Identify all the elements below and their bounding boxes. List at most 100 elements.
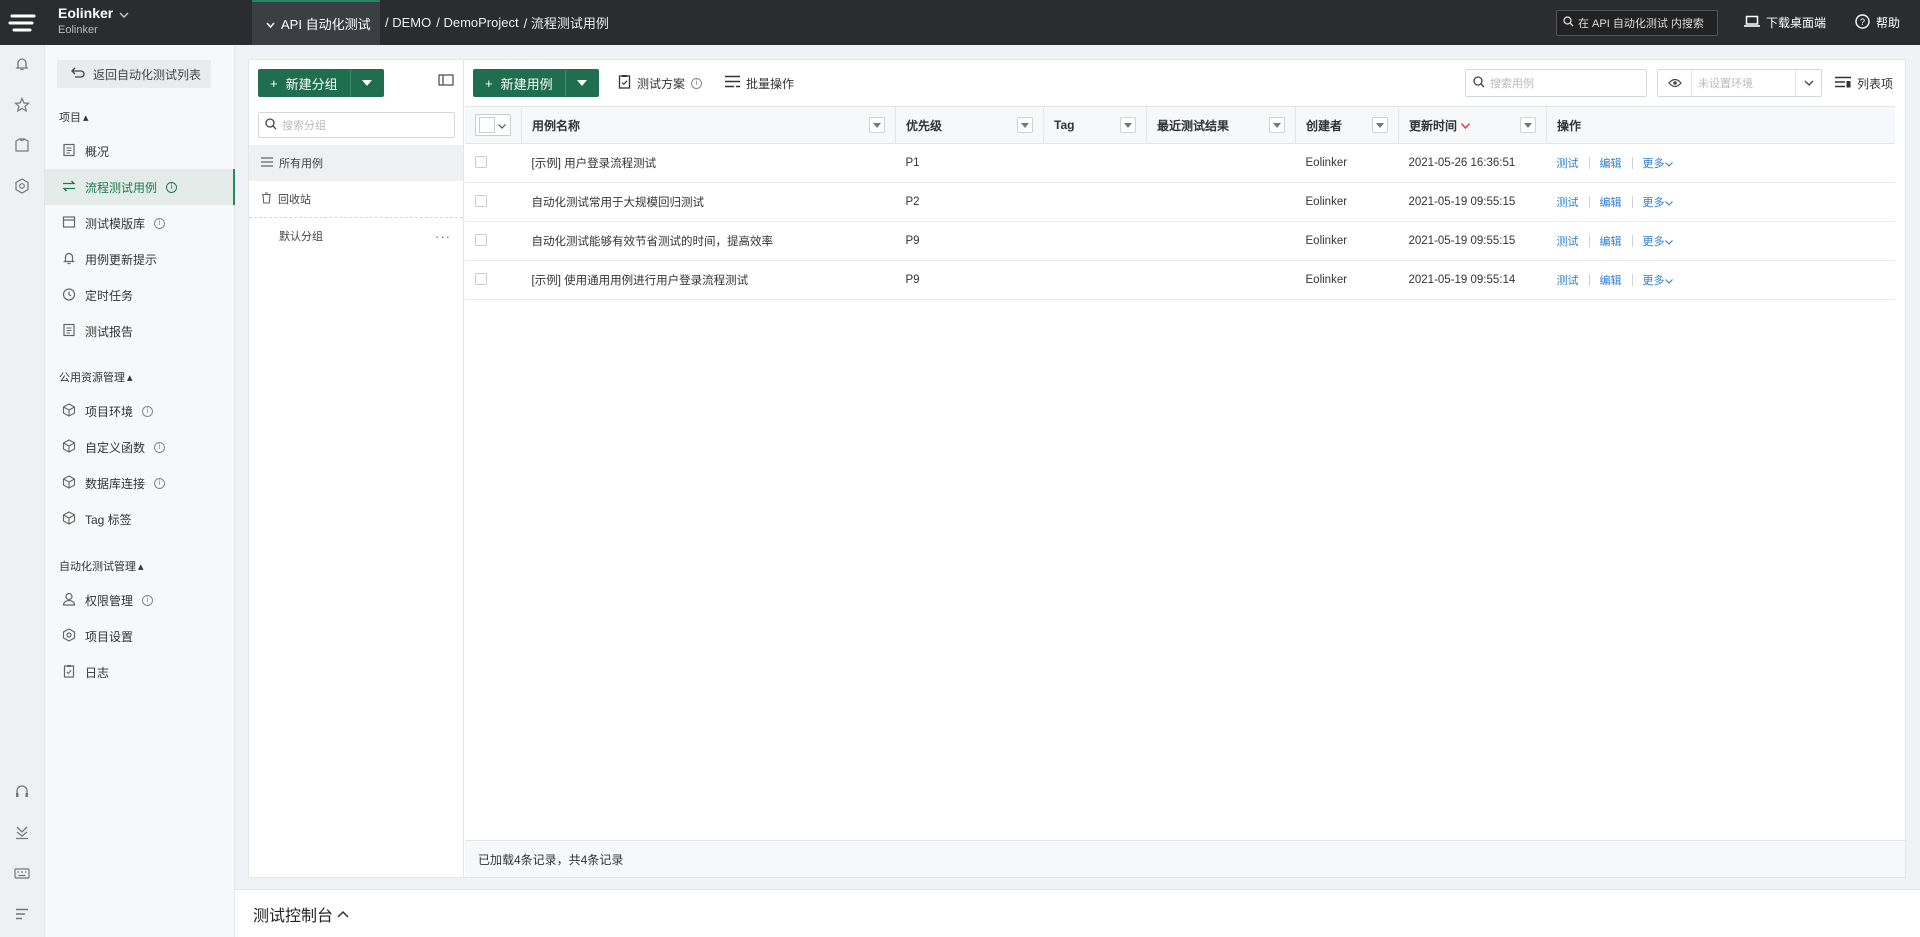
filter-icon[interactable]: [1269, 117, 1285, 133]
more-link[interactable]: 更多: [1643, 272, 1673, 288]
column-header-last-result[interactable]: 最近测试结果: [1146, 106, 1296, 144]
new-group-main[interactable]: + 新建分组: [258, 69, 350, 97]
download-desktop-button[interactable]: 下载桌面端: [1744, 0, 1826, 45]
column-header-name[interactable]: 用例名称: [521, 106, 896, 144]
test-link[interactable]: 测试: [1557, 233, 1579, 249]
test-link[interactable]: 测试: [1557, 194, 1579, 210]
row-checkbox[interactable]: [475, 272, 487, 285]
section-project[interactable]: 项目 ▴: [59, 109, 89, 125]
caret-down-icon[interactable]: [564, 69, 599, 97]
collapse-panel-icon[interactable]: [438, 73, 454, 90]
new-case-main[interactable]: + 新建用例: [473, 69, 565, 97]
case-name[interactable]: 自动化测试常用于大规模回归测试: [521, 182, 896, 222]
test-console-toggle[interactable]: 测试控制台: [235, 889, 1920, 937]
eye-icon[interactable]: [1658, 70, 1692, 96]
settings-icon[interactable]: [13, 177, 31, 195]
download-tray-icon[interactable]: [13, 823, 31, 841]
eolinker-logo-icon[interactable]: [0, 0, 45, 45]
filter-icon[interactable]: [1120, 117, 1136, 133]
caret-down-icon[interactable]: [349, 69, 384, 97]
edit-link[interactable]: 编辑: [1600, 194, 1622, 210]
chevron-down-icon: [1664, 158, 1673, 170]
sidebar-item-scheduled-tasks[interactable]: 定时任务: [45, 277, 235, 313]
batch-operation-button[interactable]: 批量操作: [725, 60, 794, 106]
sidebar-item-templates[interactable]: 测试模版库 i: [45, 205, 235, 241]
sidebar-item-logs[interactable]: 日志: [45, 654, 235, 690]
shirt-icon[interactable]: [13, 136, 31, 154]
row-checkbox[interactable]: [475, 233, 487, 246]
select-all-checkbox[interactable]: [479, 117, 495, 133]
info-icon[interactable]: i: [154, 441, 166, 453]
group-search-input[interactable]: 搜索分组: [258, 112, 455, 138]
info-icon[interactable]: i: [691, 77, 703, 89]
test-link[interactable]: 测试: [1557, 272, 1579, 288]
sidebar-item-overview[interactable]: 概况: [45, 133, 235, 169]
more-link[interactable]: 更多: [1643, 194, 1673, 210]
filter-icon[interactable]: [1372, 117, 1388, 133]
menu-collapse-icon[interactable]: [13, 905, 31, 923]
test-plan-button[interactable]: 测试方案 i: [618, 60, 703, 106]
sidebar-item-environments[interactable]: 项目环境 i: [45, 393, 235, 429]
breadcrumb-item[interactable]: / DemoProject: [436, 15, 518, 30]
more-link[interactable]: 更多: [1643, 155, 1673, 171]
more-dots-icon[interactable]: ···: [435, 229, 451, 244]
column-header-updated[interactable]: 更新时间: [1398, 106, 1547, 144]
select-all-dropdown[interactable]: [475, 114, 511, 136]
test-link[interactable]: 测试: [1557, 155, 1579, 171]
sidebar-item-tags[interactable]: Tag 标签: [45, 501, 235, 537]
sidebar-item-reports[interactable]: 测试报告: [45, 313, 235, 349]
more-label: 更多: [1642, 158, 1665, 170]
column-header-creator[interactable]: 创建者: [1295, 106, 1399, 144]
edit-link[interactable]: 编辑: [1600, 272, 1622, 288]
headset-icon[interactable]: [13, 782, 31, 800]
section-admin[interactable]: 自动化测试管理 ▴: [59, 558, 144, 574]
case-name[interactable]: 自动化测试能够有效节省测试的时间，提高效率: [521, 221, 896, 261]
group-default[interactable]: 默认分组 ···: [249, 218, 463, 254]
edit-link[interactable]: 编辑: [1600, 233, 1622, 249]
case-name[interactable]: [示例] 使用通用用例进行用户登录流程测试: [521, 260, 896, 300]
workspace-switcher[interactable]: Eolinker Eolinker: [58, 5, 129, 36]
back-to-list-button[interactable]: 返回自动化测试列表: [57, 60, 211, 88]
keyboard-icon[interactable]: [13, 864, 31, 882]
info-icon[interactable]: i: [154, 217, 166, 229]
table-row[interactable]: 自动化测试常用于大规模回归测试 P2 Eolinker 2021-05-19 0…: [465, 182, 1895, 222]
column-settings-button[interactable]: 列表项: [1835, 60, 1893, 106]
filter-icon[interactable]: [1017, 117, 1033, 133]
edit-link[interactable]: 编辑: [1600, 155, 1622, 171]
row-checkbox[interactable]: [475, 155, 487, 168]
info-icon[interactable]: i: [142, 405, 154, 417]
environment-select[interactable]: 未设置环境: [1657, 69, 1822, 97]
sidebar-item-custom-functions[interactable]: 自定义函数 i: [45, 429, 235, 465]
group-recycle-bin[interactable]: 回收站: [249, 181, 463, 217]
info-icon[interactable]: i: [142, 594, 154, 606]
module-switcher[interactable]: API 自动化测试: [252, 0, 380, 45]
section-public-resources[interactable]: 公用资源管理 ▴: [59, 369, 133, 385]
sidebar-item-flow-cases[interactable]: 流程测试用例 i: [45, 169, 235, 205]
global-search-input[interactable]: 在 API 自动化测试 内搜索: [1556, 10, 1718, 36]
breadcrumb-item[interactable]: / DEMO: [385, 15, 431, 30]
sort-desc-icon[interactable]: [1460, 118, 1471, 132]
group-all-cases[interactable]: 所有用例: [249, 145, 463, 181]
table-row[interactable]: [示例] 使用通用用例进行用户登录流程测试 P9 Eolinker 2021-0…: [465, 260, 1895, 300]
row-checkbox[interactable]: [475, 194, 487, 207]
new-case-button[interactable]: + 新建用例: [473, 69, 599, 97]
table-row[interactable]: [示例] 用户登录流程测试 P1 Eolinker 2021-05-26 16:…: [465, 143, 1895, 183]
column-header-priority[interactable]: 优先级: [895, 106, 1044, 144]
sidebar-item-update-notice[interactable]: 用例更新提示: [45, 241, 235, 277]
filter-icon[interactable]: [869, 117, 885, 133]
filter-icon[interactable]: [1520, 117, 1536, 133]
star-icon[interactable]: [13, 96, 31, 114]
new-group-button[interactable]: + 新建分组: [258, 69, 384, 97]
sidebar-item-project-settings[interactable]: 项目设置: [45, 618, 235, 654]
help-button[interactable]: ? 帮助: [1855, 0, 1900, 45]
info-icon[interactable]: i: [154, 477, 166, 489]
sidebar-item-permissions[interactable]: 权限管理 i: [45, 582, 235, 618]
case-search-input[interactable]: 搜索用例: [1465, 69, 1647, 97]
more-link[interactable]: 更多: [1643, 233, 1673, 249]
info-icon[interactable]: i: [166, 181, 178, 193]
sidebar-item-db-connections[interactable]: 数据库连接 i: [45, 465, 235, 501]
table-row[interactable]: 自动化测试能够有效节省测试的时间，提高效率 P9 Eolinker 2021-0…: [465, 221, 1895, 261]
bell-icon[interactable]: [13, 55, 31, 73]
case-name[interactable]: [示例] 用户登录流程测试: [521, 143, 896, 183]
column-header-tag[interactable]: Tag: [1043, 106, 1147, 144]
